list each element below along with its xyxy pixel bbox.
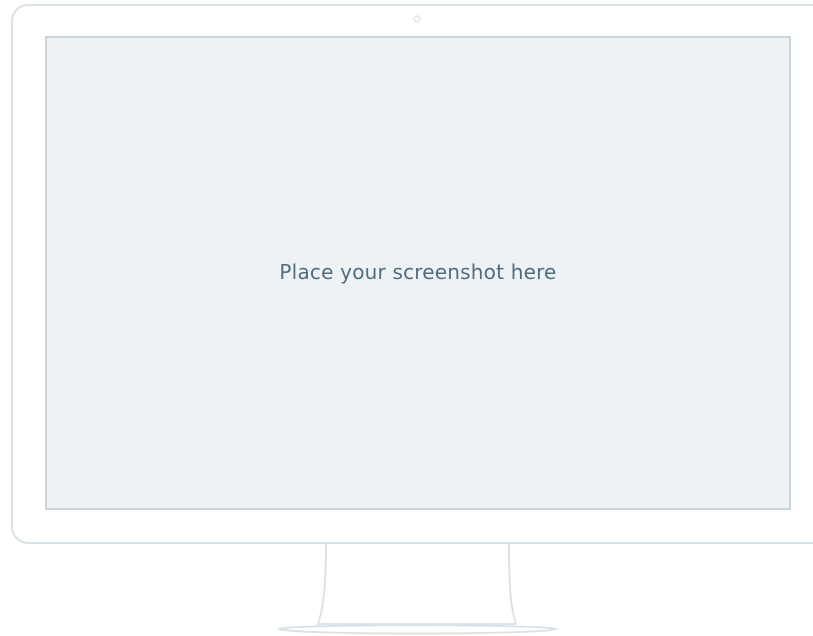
placeholder-label: Place your screenshot here [279,260,557,284]
camera-icon [413,15,421,23]
monitor-stand-base [276,624,559,635]
screenshot-placeholder: Place your screenshot here [46,37,790,509]
monitor-mockup: Place your screenshot here [0,0,813,636]
monitor-stand [317,543,517,625]
